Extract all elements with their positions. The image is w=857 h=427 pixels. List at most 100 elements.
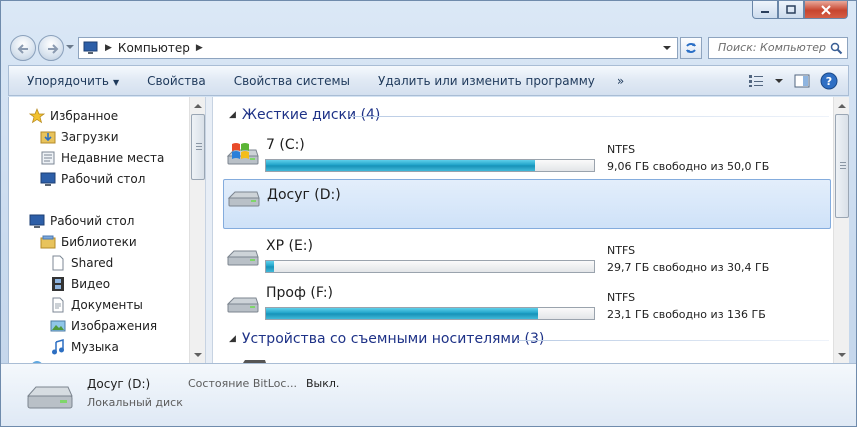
svg-text:?: ? xyxy=(826,75,832,88)
details-bitlocker-label: Состояние BitLoc... xyxy=(188,377,297,390)
nav-item-recent[interactable]: Недавние места xyxy=(40,148,164,168)
more-commands-button[interactable]: » xyxy=(609,74,632,88)
drive-item[interactable]: Досуг (D:) xyxy=(223,179,831,229)
organize-label: Упорядочить xyxy=(27,73,109,88)
drive-free-space: 23,1 ГБ свободно из 136 ГБ xyxy=(607,308,766,321)
content-pane: ◢ Жесткие диски (4) 7 (C:) NTFS 9,06 ГБ … xyxy=(213,97,833,363)
breadcrumb-separator[interactable]: ▶ xyxy=(196,43,203,53)
view-list-icon xyxy=(749,74,763,87)
preview-pane-button[interactable] xyxy=(794,74,810,88)
nav-label: Shared xyxy=(71,256,114,270)
drive-name: 7 (C:) xyxy=(266,137,305,153)
nav-item-desktop[interactable]: Рабочий стол xyxy=(29,211,134,231)
command-bar: Упорядочить ▼ Свойства Свойства системы У… xyxy=(8,65,849,96)
drive-filesystem: NTFS xyxy=(607,143,636,156)
nav-item-desktop-favorite[interactable]: Рабочий стол xyxy=(40,169,145,189)
forward-button[interactable] xyxy=(38,35,64,61)
scrollbar-thumb[interactable] xyxy=(191,114,205,180)
collapse-arrow-icon[interactable]: ◢ xyxy=(229,110,236,120)
minimize-button[interactable] xyxy=(752,1,778,19)
nav-item-libraries[interactable]: Библиотеки xyxy=(40,232,137,252)
search-icon[interactable] xyxy=(830,42,843,55)
scroll-up-arrow-icon[interactable] xyxy=(834,97,850,113)
nav-item-documents[interactable]: Документы xyxy=(50,295,143,315)
drive-item[interactable]: XP (E:) NTFS 29,7 ГБ свободно из 30,4 ГБ xyxy=(223,231,831,281)
details-drive-type: Локальный диск xyxy=(87,396,183,409)
group-title: Устройства со съемными носителями (3) xyxy=(241,331,545,347)
nav-item-video[interactable]: Видео xyxy=(50,274,110,294)
nav-label: Рабочий стол xyxy=(50,214,135,228)
drive-name: Проф (F:) xyxy=(266,285,334,301)
maximize-icon xyxy=(786,5,796,14)
help-button[interactable]: ? xyxy=(820,72,838,90)
pane-splitter[interactable] xyxy=(205,97,213,363)
navigation-pane: Избранное Загрузки Недавние места Рабочи… xyxy=(8,97,205,363)
back-arrow-icon xyxy=(17,44,28,54)
drive-usage-bar xyxy=(265,260,595,273)
scroll-down-arrow-icon[interactable] xyxy=(834,347,850,363)
breadcrumb-separator[interactable]: ▶ xyxy=(105,43,112,53)
group-header-removable[interactable]: ◢ Устройства со съемными носителями (3) xyxy=(229,331,544,347)
recent-places-icon xyxy=(40,150,56,166)
nav-item-music[interactable]: Музыка xyxy=(50,337,119,357)
forward-arrow-icon xyxy=(48,44,59,54)
downloads-folder-icon xyxy=(40,129,56,145)
back-button[interactable] xyxy=(10,35,36,61)
address-dropdown-icon[interactable] xyxy=(663,45,671,51)
minimize-icon xyxy=(761,10,769,13)
music-note-icon xyxy=(50,339,66,355)
drive-free-space: 29,7 ГБ свободно из 30,4 ГБ xyxy=(607,261,770,274)
drive-usage-bar xyxy=(265,159,595,172)
drive-usage-fill xyxy=(266,261,274,272)
drive-item[interactable]: 7 (C:) NTFS 9,06 ГБ свободно из 50,0 ГБ xyxy=(223,130,831,180)
group-divider xyxy=(349,116,829,117)
document-icon xyxy=(50,297,66,313)
chevron-down-icon: ▼ xyxy=(112,77,120,87)
system-properties-button[interactable]: Свойства системы xyxy=(220,74,364,88)
group-header-hard-disks[interactable]: ◢ Жесткие диски (4) xyxy=(229,107,380,123)
nav-item-favorites[interactable]: Избранное xyxy=(29,106,118,126)
properties-button[interactable]: Свойства xyxy=(133,74,220,88)
organize-button[interactable]: Упорядочить ▼ xyxy=(9,74,133,88)
windows-drive-icon xyxy=(226,143,259,165)
desktop-icon xyxy=(40,171,56,187)
nav-item-downloads[interactable]: Загрузки xyxy=(40,127,119,147)
desktop-icon xyxy=(29,213,45,229)
preview-pane-icon xyxy=(794,74,810,87)
search-placeholder: Поиск: Компьютер xyxy=(718,41,826,54)
scrollbar-thumb[interactable] xyxy=(835,114,849,218)
history-dropdown-icon[interactable] xyxy=(66,44,74,50)
drive-item[interactable]: Проф (F:) NTFS 23,1 ГБ свободно из 136 Г… xyxy=(223,278,831,328)
refresh-button[interactable] xyxy=(680,37,702,59)
view-options-button[interactable] xyxy=(748,74,784,88)
drive-name: XP (E:) xyxy=(266,238,313,254)
scroll-down-arrow-icon[interactable] xyxy=(190,347,206,363)
libraries-icon xyxy=(40,234,56,250)
breadcrumb-location[interactable]: Компьютер xyxy=(118,41,190,55)
drive-free-space: 9,06 ГБ свободно из 50,0 ГБ xyxy=(607,160,770,173)
uninstall-program-button[interactable]: Удалить или изменить программу xyxy=(364,74,609,88)
refresh-icon xyxy=(686,43,696,53)
nav-label: Недавние места xyxy=(61,151,165,165)
nav-item-images[interactable]: Изображения xyxy=(50,316,157,336)
drive-usage-bar xyxy=(265,307,595,320)
nav-label: Библиотеки xyxy=(61,235,137,249)
scroll-up-arrow-icon[interactable] xyxy=(190,97,206,113)
search-input[interactable]: Поиск: Компьютер xyxy=(708,37,848,59)
nav-item-shared[interactable]: Shared xyxy=(50,253,113,273)
details-bitlocker-value: Выкл. xyxy=(306,377,340,390)
computer-icon xyxy=(83,41,98,54)
drive-usage-fill xyxy=(266,308,539,319)
content-scrollbar[interactable] xyxy=(833,97,849,363)
film-icon xyxy=(50,276,66,292)
nav-label: Музыка xyxy=(71,340,119,354)
caption-buttons xyxy=(752,1,848,19)
maximize-button[interactable] xyxy=(778,1,804,19)
hard-drive-icon xyxy=(227,191,260,207)
navigation-scrollbar[interactable] xyxy=(189,97,205,363)
close-button[interactable] xyxy=(804,1,848,19)
close-icon xyxy=(821,4,831,15)
address-bar[interactable]: ▶ Компьютер ▶ xyxy=(78,37,678,59)
collapse-arrow-icon[interactable]: ◢ xyxy=(229,334,236,344)
picture-icon xyxy=(50,318,66,334)
